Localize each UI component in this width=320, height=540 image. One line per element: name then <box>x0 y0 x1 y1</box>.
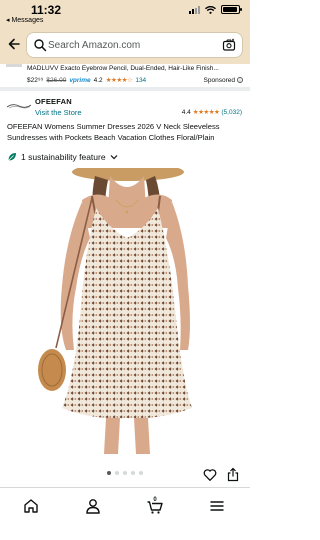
heart-icon[interactable] <box>203 468 217 482</box>
brand-name: OFEEFAN <box>35 97 72 106</box>
sustainability-label: 1 sustainability feature <box>21 152 106 162</box>
search-box[interactable] <box>27 33 242 57</box>
sponsored-rating: 4.2 <box>93 76 103 84</box>
pagination-dot[interactable] <box>131 471 135 475</box>
sponsored-stars: ★★★★☆ <box>105 77 133 84</box>
pagination-dot[interactable] <box>139 471 143 475</box>
share-icon[interactable] <box>226 467 240 482</box>
product-image[interactable] <box>0 168 250 454</box>
rating-count[interactable]: (5,032) <box>221 109 242 116</box>
sustainability-feature[interactable]: 1 sustainability feature <box>7 150 118 164</box>
status-bar: 11:32 ◂ Messages <box>0 0 250 26</box>
signal-icon <box>189 5 200 14</box>
pagination-dot[interactable] <box>123 471 127 475</box>
sponsored-price: $22⁹⁹ <box>27 76 44 84</box>
menu-icon[interactable] <box>208 497 226 515</box>
wifi-icon <box>205 5 216 14</box>
status-time: 11:32 <box>31 3 62 17</box>
visit-store-link[interactable]: Visit the Store <box>35 108 82 117</box>
pagination-dot[interactable] <box>107 471 111 475</box>
info-icon: i <box>237 77 243 83</box>
brand-logo-icon <box>7 104 31 109</box>
sponsored-list-price: $26.00 <box>46 76 67 84</box>
sponsored-title[interactable]: MADLUVV Exacto Eyebrow Pencil, Dual-Ende… <box>27 65 243 72</box>
search-icon <box>34 39 47 52</box>
product-page: 11:32 ◂ Messages Search Amazon.com MADLU… <box>0 0 250 540</box>
chevron-down-icon <box>110 155 118 160</box>
cart-button[interactable]: 0 <box>146 497 164 515</box>
bottom-nav-divider <box>0 487 250 488</box>
section-divider <box>0 87 250 91</box>
leaf-icon <box>8 153 16 161</box>
sponsored-thumbnail <box>6 64 22 67</box>
sponsored-review-count[interactable]: 134 <box>135 77 146 84</box>
rating-stars: ★★★★★ <box>192 109 220 116</box>
rating-value: 4.4 <box>181 108 191 116</box>
bottom-nav: 0 <box>0 491 250 519</box>
cart-count: 0 <box>153 497 157 503</box>
sponsored-text: Sponsored <box>203 76 235 84</box>
prime-badge: vprime <box>69 76 91 84</box>
brand-row: OFEEFAN Visit the Store 4.4 ★★★★★ (5,032… <box>0 94 250 122</box>
sponsored-details: $22⁹⁹ $26.00 vprime 4.2 ★★★★☆ 134 Sponso… <box>27 75 243 85</box>
pagination-dot[interactable] <box>115 471 119 475</box>
status-icons <box>189 5 242 14</box>
product-title: OFEEFAN Womens Summer Dresses 2026 V Nec… <box>7 122 220 142</box>
back-arrow-icon[interactable] <box>7 37 21 51</box>
account-icon[interactable] <box>84 497 102 515</box>
battery-icon <box>221 5 242 14</box>
camera-scan-icon[interactable] <box>222 38 236 52</box>
brand-rating[interactable]: 4.4 ★★★★★ (5,032) <box>181 108 242 117</box>
back-to-messages-link[interactable]: ◂ Messages <box>6 16 43 24</box>
sponsored-product-strip[interactable]: MADLUVV Exacto Eyebrow Pencil, Dual-Ende… <box>0 64 250 86</box>
sponsored-label[interactable]: Sponsored i <box>204 77 243 84</box>
search-input[interactable] <box>48 37 218 53</box>
search-row <box>0 30 250 60</box>
header: 11:32 ◂ Messages <box>0 0 250 64</box>
product-photo-illustration <box>38 168 192 454</box>
home-icon[interactable] <box>22 497 40 515</box>
